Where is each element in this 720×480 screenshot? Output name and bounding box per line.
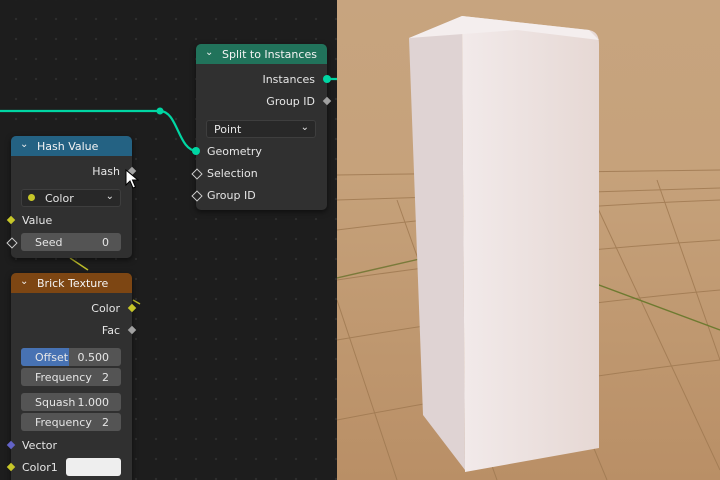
split-node-title: Split to Instances [222,48,317,61]
hash-node-title: Hash Value [37,140,99,153]
brick-node-title: Brick Texture [37,277,109,290]
vector-input-label: Vector [22,439,58,452]
squash-frequency-value: 2 [102,416,109,429]
seed-field[interactable]: Seed 0 [21,233,121,251]
dropdown-chevron-icon: ⌄ [105,191,114,202]
split-node-header[interactable]: ⌄ Split to Instances [196,44,327,64]
collapse-chevron-icon[interactable]: ⌄ [20,276,28,287]
color-type-icon [28,194,35,201]
white-box-object [409,16,599,472]
color1-input-label: Color1 [22,461,58,474]
offset-frequency-field[interactable]: Frequency 2 [21,368,121,386]
dropdown-chevron-icon: ⌄ [300,122,309,133]
split-to-instances-node[interactable]: ⌄ Split to Instances Instances Group ID … [191,44,332,210]
collapse-chevron-icon[interactable]: ⌄ [20,139,28,150]
seed-value: 0 [102,236,109,249]
squash-frequency-label: Frequency [35,416,92,429]
instances-output-label: Instances [262,73,315,86]
brick-node-header[interactable]: ⌄ Brick Texture [11,273,132,293]
brick-texture-node[interactable]: ⌄ Brick Texture Color Fac Offset 0.500 F… [6,273,137,480]
offset-label: Offset [35,351,69,364]
mouse-cursor-icon [125,169,139,189]
group-id-input-label: Group ID [207,189,256,202]
hash-type-dropdown[interactable]: Color ⌄ [21,189,121,207]
value-link [69,257,89,271]
collapse-chevron-icon[interactable]: ⌄ [205,47,213,58]
hash-type-value: Color [45,192,74,205]
domain-dropdown[interactable]: Point ⌄ [206,120,316,138]
node-editor[interactable]: ⌄ Split to Instances Instances Group ID … [0,0,337,480]
fac-output-label: Fac [101,324,120,337]
selection-input-label: Selection [207,167,258,180]
hash-node-header[interactable]: ⌄ Hash Value [11,136,132,156]
squash-field[interactable]: Squash 1.000 [21,393,121,411]
offset-field[interactable]: Offset 0.500 [21,348,121,366]
hash-value-node[interactable]: ⌄ Hash Value Hash Color ⌄ Value Seed 0 [6,136,137,258]
offset-value: 0.500 [77,351,110,364]
squash-frequency-field[interactable]: Frequency 2 [21,413,121,431]
3d-viewport[interactable] [337,0,720,480]
geometry-input-label: Geometry [207,145,262,158]
color-link [132,299,141,305]
domain-value: Point [214,123,242,136]
instances-output-socket[interactable] [323,75,331,83]
squash-label: Squash [35,396,76,409]
seed-label: Seed [35,236,63,249]
viewport-scene [337,0,720,480]
group-id-output-label: Group ID [266,95,315,108]
offset-frequency-label: Frequency [35,371,92,384]
offset-frequency-value: 2 [102,371,109,384]
color1-swatch[interactable] [66,458,121,476]
link-reroute-dot [156,107,164,115]
squash-value: 1.000 [77,396,110,409]
hash-output-label: Hash [92,165,120,178]
value-input-label: Value [22,214,53,227]
color-output-label: Color [91,302,120,315]
geometry-input-socket[interactable] [192,147,200,155]
